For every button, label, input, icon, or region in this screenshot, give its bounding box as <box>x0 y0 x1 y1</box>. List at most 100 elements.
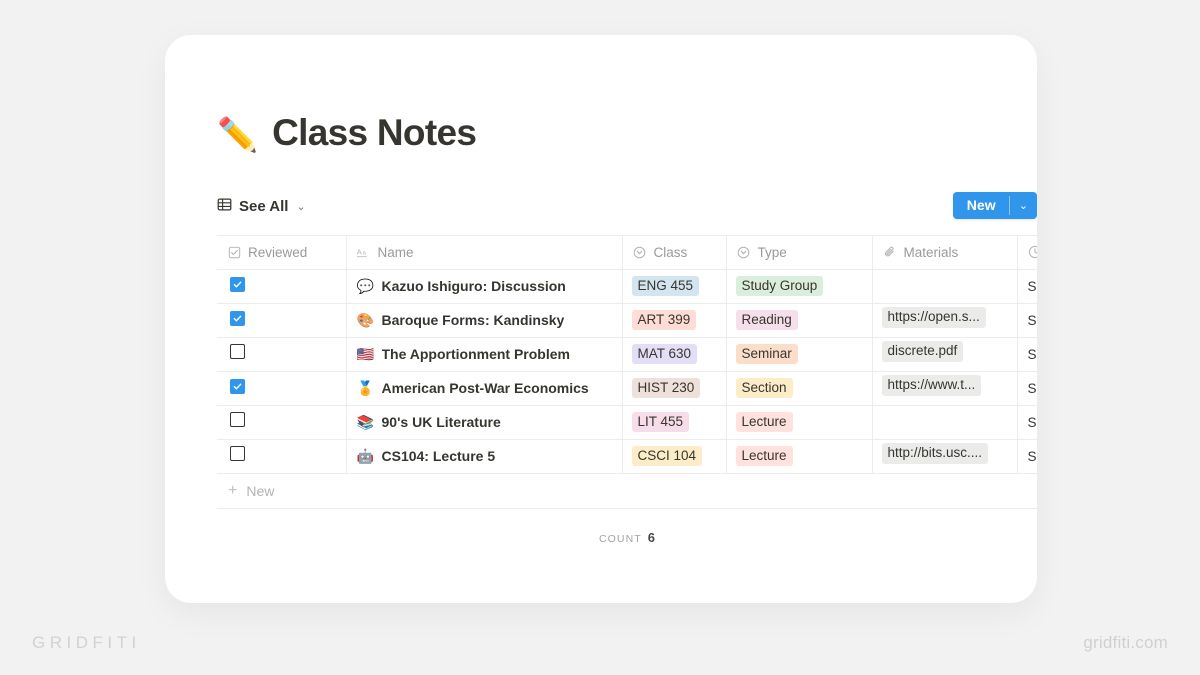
row-title-link[interactable]: CS104: Lecture 5 <box>382 448 496 464</box>
page-title-text: Class Notes <box>272 112 477 153</box>
svg-text:a: a <box>362 250 366 256</box>
cell-materials: http://bits.usc.... <box>872 439 1018 474</box>
watermark-gridfiti: GRIDFITI <box>32 633 141 652</box>
table-header: Reviewed A a Name Class Type Materials <box>217 234 1037 270</box>
table-header-row: Reviewed A a Name Class Type Materials <box>217 234 1037 270</box>
cell-class: ENG 455 <box>622 269 727 304</box>
column-header-name[interactable]: A a Name <box>346 234 623 270</box>
chevron-down-icon[interactable]: ⌄ <box>1010 192 1037 219</box>
cell-materials: https://www.t... <box>872 371 1018 406</box>
row-title-link[interactable]: 90's UK Literature <box>382 414 501 430</box>
reviewed-checkbox[interactable] <box>230 277 245 293</box>
table-body: 💬 Kazuo Ishiguro: Discussion ENG 455 Study … <box>217 269 1038 474</box>
table-row: 🇺🇸 The Apportionment Problem MAT 630 Semina… <box>217 337 1038 372</box>
cell-name: 🤖 CS104: Lecture 5 <box>346 439 623 474</box>
add-new-row-button[interactable]: + New <box>217 474 1037 508</box>
type-tag[interactable]: Seminar <box>735 343 798 365</box>
clock-icon <box>1028 245 1037 259</box>
new-button[interactable]: New ⌄ <box>952 191 1037 219</box>
count-label: Count <box>598 532 642 545</box>
class-tag[interactable]: HIST 230 <box>631 377 701 399</box>
cell-type: Lecture <box>726 439 873 474</box>
cell-when: Se <box>1017 337 1038 372</box>
cell-materials: discrete.pdf <box>872 337 1018 372</box>
row-emoji-icon: 📚 <box>356 414 374 431</box>
reviewed-checkbox[interactable] <box>230 344 245 360</box>
row-title-link[interactable]: American Post-War Economics <box>382 380 589 396</box>
table-row: 🤖 CS104: Lecture 5 CSCI 104 Lecture http://b… <box>217 439 1038 474</box>
reviewed-checkbox[interactable] <box>230 311 245 327</box>
row-emoji-icon: 💬 <box>356 278 374 295</box>
materials-link[interactable]: http://bits.usc.... <box>881 443 989 464</box>
cell-materials <box>872 405 1018 440</box>
reviewed-checkbox[interactable] <box>230 446 245 462</box>
paperclip-icon <box>883 245 897 259</box>
cell-class: LIT 455 <box>622 405 727 440</box>
when-value: Se <box>1027 448 1038 464</box>
column-header-class[interactable]: Class <box>622 234 727 270</box>
class-tag[interactable]: ENG 455 <box>631 275 700 297</box>
cell-name: 🏅 American Post-War Economics <box>346 371 623 406</box>
type-tag[interactable]: Section <box>735 377 793 399</box>
cell-reviewed <box>217 269 347 304</box>
column-header-label: Name <box>377 244 414 260</box>
row-title-link[interactable]: Baroque Forms: Kandinsky <box>382 312 565 328</box>
row-title-link[interactable]: The Apportionment Problem <box>382 346 570 362</box>
column-header-reviewed[interactable]: Reviewed <box>217 234 347 270</box>
cell-class: ART 399 <box>622 303 727 338</box>
notion-page-card: ✏️ Class Notes See All ⌄ New ⌄ Reviewed … <box>165 35 1037 603</box>
column-header-materials[interactable]: Materials <box>872 234 1018 270</box>
cell-reviewed <box>217 303 347 338</box>
checkbox-icon <box>227 245 241 259</box>
reviewed-checkbox[interactable] <box>230 379 245 395</box>
watermark-gridfiti-url: gridfiti.com <box>1083 633 1168 652</box>
column-header-type[interactable]: Type <box>726 234 873 270</box>
database-table-wrapper: Reviewed A a Name Class Type Materials 💬… <box>217 234 1038 509</box>
new-button-label: New <box>966 197 996 214</box>
view-tab-see-all[interactable]: See All ⌄ <box>217 197 306 216</box>
type-tag[interactable]: Reading <box>735 309 798 331</box>
cell-materials <box>872 269 1018 304</box>
cell-reviewed <box>217 439 347 474</box>
cell-when: Se <box>1017 269 1038 304</box>
pencil-icon: ✏️ <box>217 115 259 153</box>
plus-icon: + <box>228 481 238 499</box>
class-tag[interactable]: ART 399 <box>631 309 697 331</box>
type-tag[interactable]: Lecture <box>735 445 793 467</box>
cell-type: Study Group <box>726 269 873 304</box>
page-content: ✏️ Class Notes See All ⌄ New ⌄ Reviewed … <box>165 35 1037 603</box>
cell-name: 💬 Kazuo Ishiguro: Discussion <box>346 269 623 304</box>
table-new-row[interactable]: + New <box>217 473 1037 509</box>
cell-when: Se <box>1017 405 1037 440</box>
when-value: Se <box>1027 278 1038 294</box>
table-row: 🎨 Baroque Forms: Kandinsky ART 399 Reading h… <box>217 303 1037 338</box>
type-tag[interactable]: Lecture <box>735 411 793 433</box>
class-tag[interactable]: LIT 455 <box>631 411 690 433</box>
column-header-label: Reviewed <box>248 244 308 260</box>
cell-type: Lecture <box>726 405 873 440</box>
row-emoji-icon: 🇺🇸 <box>356 346 374 363</box>
type-tag[interactable]: Study Group <box>735 275 824 297</box>
cell-class: MAT 630 <box>622 337 727 372</box>
materials-link[interactable]: https://www.t... <box>881 375 982 396</box>
count-footer: Count 6 <box>217 509 1037 545</box>
materials-link[interactable]: https://open.s... <box>881 307 986 328</box>
when-value: Se <box>1027 380 1038 396</box>
cell-materials: https://open.s... <box>872 303 1018 338</box>
cell-when: Se <box>1017 303 1037 338</box>
class-tag[interactable]: CSCI 104 <box>631 445 703 467</box>
row-emoji-icon: 🏅 <box>356 380 374 397</box>
page-title: ✏️ Class Notes <box>217 112 1037 154</box>
cell-reviewed <box>217 405 347 440</box>
when-value: Se <box>1027 346 1038 362</box>
row-title-link[interactable]: Kazuo Ishiguro: Discussion <box>382 278 566 294</box>
class-tag[interactable]: MAT 630 <box>631 343 698 365</box>
column-header-label: Type <box>757 244 787 260</box>
reviewed-checkbox[interactable] <box>230 412 245 428</box>
new-row-cell[interactable]: + New <box>217 473 1037 509</box>
chevron-down-icon: ⌄ <box>296 201 306 214</box>
count-value: 6 <box>647 529 656 545</box>
materials-link[interactable]: discrete.pdf <box>881 341 964 362</box>
select-icon <box>633 245 647 259</box>
column-header-when[interactable] <box>1017 234 1037 270</box>
